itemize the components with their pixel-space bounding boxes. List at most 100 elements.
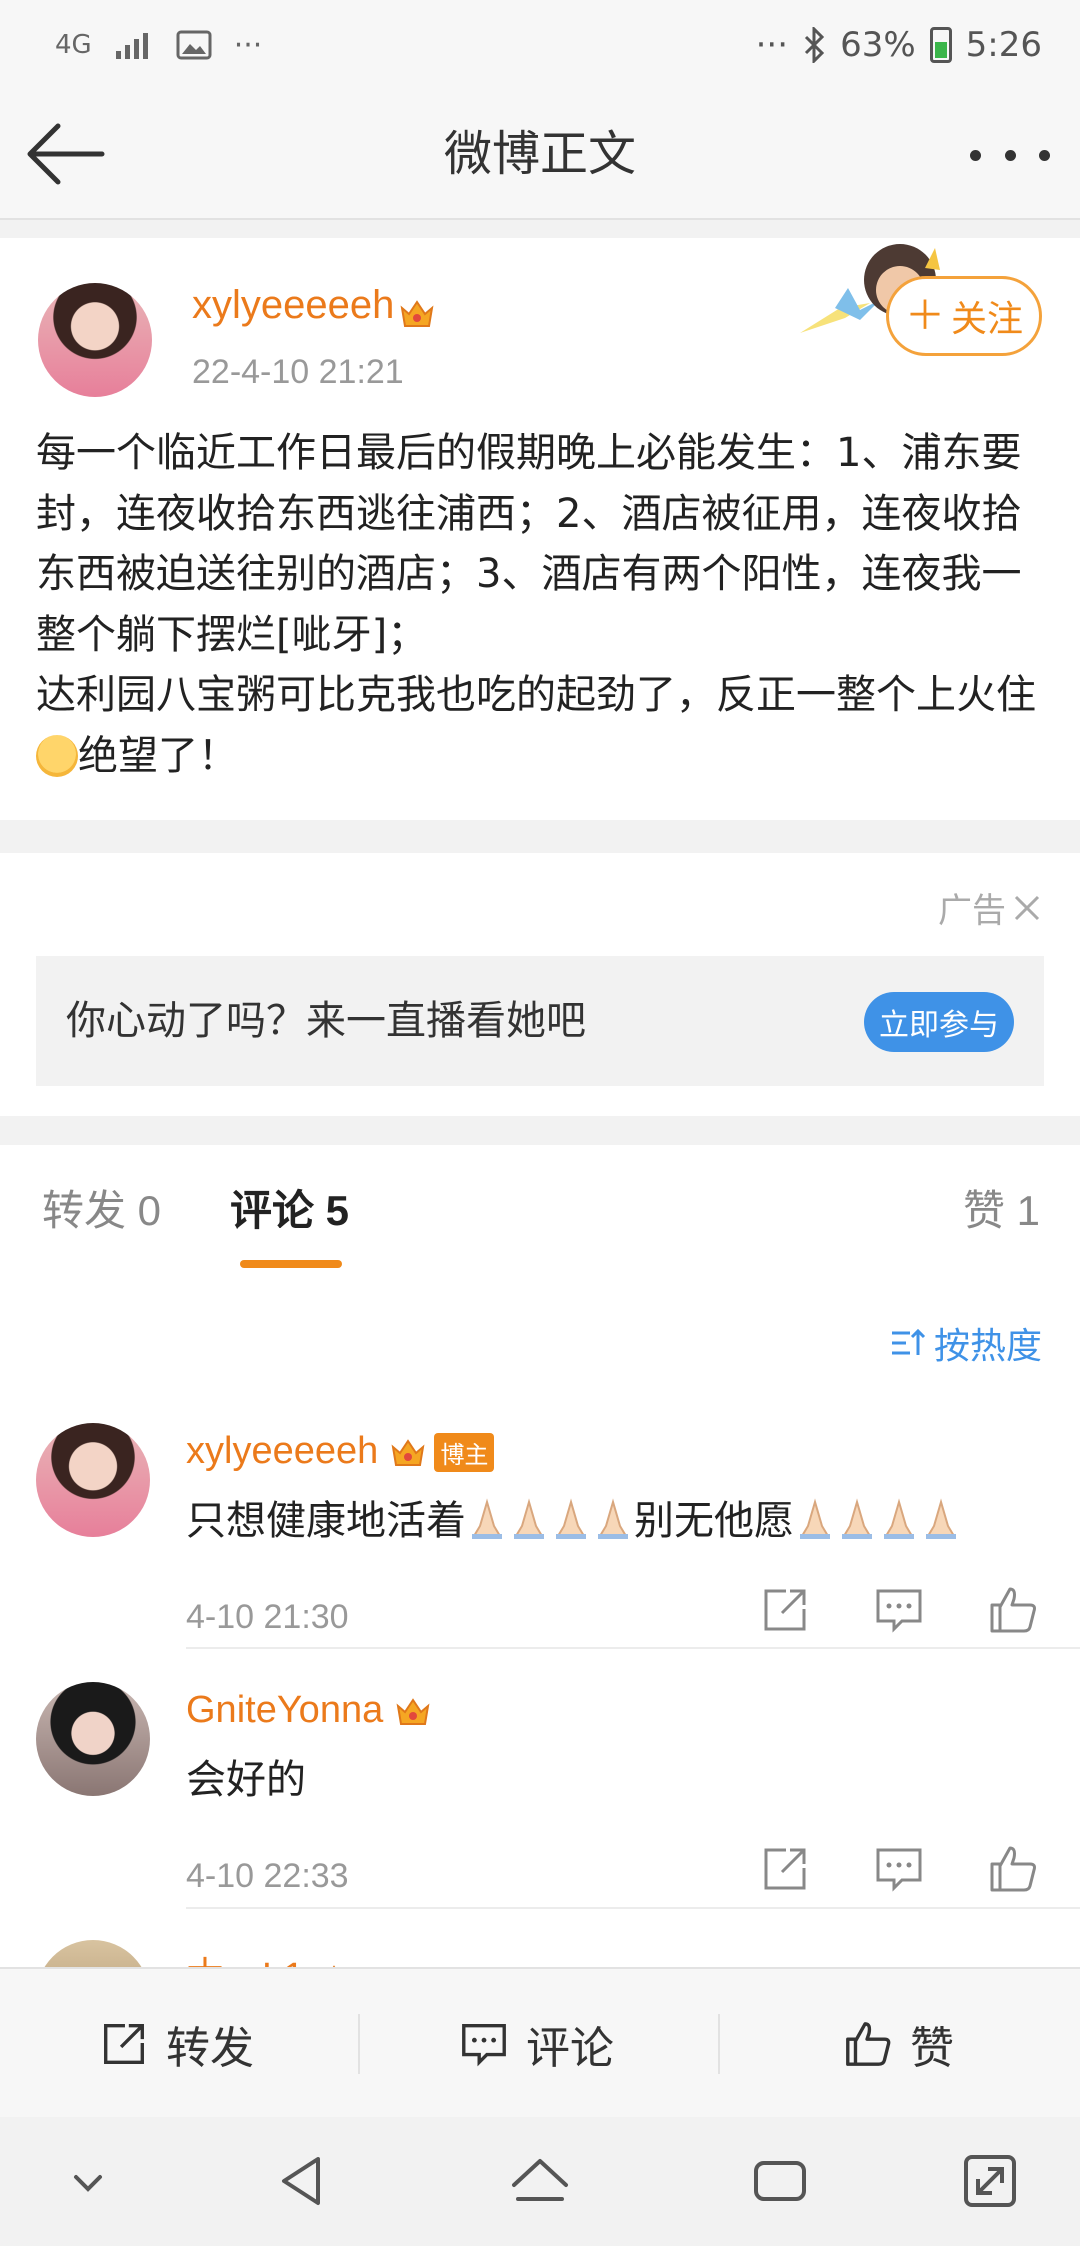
repost-button[interactable]: 转发 [98,1969,254,2119]
dot-icon [1039,149,1050,161]
comment-time: 4-10 22:33 [186,1857,349,1895]
network-label: 4G [55,30,92,60]
comment-actions [758,1583,1040,1637]
comment-actions [758,1842,1040,1896]
comment-text: 只想健康地活着 别无他愿 [186,1488,962,1546]
image-icon [176,30,212,60]
vip-crown-icon [401,299,434,327]
expand-icon[interactable] [958,2149,1022,2213]
post-card: xylyeeeeeh 22-4-10 21:21 ＋ 关注 每一个临近工作日最后… [0,238,1080,820]
battery-percent: 63% [840,25,916,65]
system-nav-bar [0,2117,1080,2246]
commenter-name-row: GniteYonna [186,1687,431,1732]
post-timestamp: 22-4-10 21:21 [192,353,404,391]
dot-icon [970,149,981,161]
pray-emoji-icon [598,1498,628,1539]
ad-label-row: 广告 [938,883,1042,932]
ad-text: 你心动了吗？来一直播看她吧 [66,998,586,1044]
commenter-username[interactable]: xylyeeeeeh [186,1430,378,1472]
repost-label: 转发 [166,2023,254,2074]
comment-item: xylyeeeeeh 博主 只想健康地活着 别无他愿 4-10 21:30 [0,1423,1080,1683]
tab-likes[interactable]: 赞 1 [963,1145,1040,1277]
ad-label: 广告 [938,891,1006,931]
comment-icon[interactable] [872,1583,926,1637]
post-text-3: 绝望了！ [78,732,238,779]
comment-icon[interactable] [872,1842,926,1896]
sort-label: 按热度 [933,1326,1042,1367]
nav-recents-icon[interactable] [748,2149,812,2213]
comment-text: 会好的 [186,1757,306,1803]
tab-comments[interactable]: 评论 5 [230,1145,349,1277]
back-button[interactable] [22,118,112,190]
commenter-avatar[interactable] [36,1682,150,1796]
author-avatar[interactable] [38,283,152,397]
share-icon[interactable] [758,1583,812,1637]
chevron-down-icon[interactable] [56,2149,120,2213]
smile-emoji-icon [36,734,78,777]
post-text-1: 每一个临近工作日最后的假期晚上必能发生：1、浦东要封，连夜收拾东西逃往浦西；2、… [36,430,1022,658]
comment-label: 评论 [526,2023,614,2074]
author-name-row: xylyeeeeeh [192,283,435,330]
vip-crown-icon [391,1438,425,1466]
close-icon[interactable] [1012,893,1042,923]
pray-emoji-icon [514,1498,544,1539]
page-title: 微博正文 [443,126,636,182]
status-dots-right: ··· [755,25,789,65]
dot-icon [1004,149,1016,161]
comment-text-a: 只想健康地活着 [186,1498,466,1544]
comment-time: 4-10 21:30 [186,1598,349,1636]
comment-button[interactable]: 评论 [458,1969,614,2119]
header-bar: 微博正文 [0,90,1080,220]
vip-crown-icon [396,1697,430,1725]
comment-item: 木一L1 [0,1940,1080,1970]
post-action-bar: 转发 评论 赞 [0,1967,1080,2119]
pray-emoji-icon [842,1498,872,1539]
nav-home-icon[interactable] [508,2149,572,2213]
more-options-button[interactable] [970,130,1050,180]
author-username[interactable]: xylyeeeeeh [192,283,394,327]
post-body: 每一个临近工作日最后的假期晚上必能发生：1、浦东要封，连夜收拾东西逃往浦西；2、… [36,423,1046,786]
clock: 5:26 [965,25,1042,65]
battery-icon [929,27,952,63]
pray-emoji-icon [556,1498,586,1539]
comment-divider [186,1647,1080,1649]
comments-list: 按热度 xylyeeeeeh 博主 只想健康地活着 别无他愿 4-10 21:30… [0,1277,1080,1970]
status-right: ··· 63% 5:26 [756,20,1042,70]
share-icon[interactable] [758,1842,812,1896]
tab-repost[interactable]: 转发 0 [42,1145,161,1277]
nav-back-icon[interactable] [270,2149,334,2213]
bluetooth-icon [805,27,825,63]
pray-emoji-icon [472,1498,502,1539]
separator [718,2014,720,2074]
ad-card: 广告 你心动了吗？来一直播看她吧 立即参与 [0,853,1080,1116]
comment-icon [462,2024,506,2067]
plus-icon: ＋ [904,293,945,339]
tab-active-indicator [240,1260,342,1268]
thumbs-up-icon[interactable] [986,1842,1040,1896]
status-dots-left: ··· [233,27,263,63]
pray-emoji-icon [884,1498,914,1539]
arrow-left-icon [27,123,105,185]
pray-emoji-icon [800,1498,830,1539]
comment-item: GniteYonna 会好的 4-10 22:33 [0,1682,1080,1942]
post-text-2: 达利园八宝粥可比克我也吃的起劲了，反正一整个上火住 [36,672,1036,718]
separator [358,2014,360,2074]
tab-bar: 转发 0 评论 5 赞 1 [0,1145,1080,1279]
status-bar: 4G ··· ··· 63% 5:26 [0,0,1080,90]
thumbs-up-icon [846,2022,891,2066]
commenter-name-row: xylyeeeeeh 博主 [186,1428,495,1473]
commenter-avatar[interactable] [36,1940,150,1970]
follow-button[interactable]: ＋ 关注 [886,276,1042,356]
thumbs-up-icon[interactable] [986,1583,1040,1637]
follow-label: 关注 [950,299,1023,340]
like-button[interactable]: 赞 [842,1969,954,2119]
share-icon [104,2024,144,2064]
pray-emoji-icon [926,1498,956,1539]
ad-banner[interactable]: 你心动了吗？来一直播看她吧 立即参与 [36,956,1044,1086]
sort-button[interactable]: 按热度 [890,1317,1042,1369]
signal-icon [115,33,148,59]
commenter-username[interactable]: GniteYonna [186,1689,383,1731]
status-left: 4G ··· [55,20,262,70]
commenter-avatar[interactable] [36,1423,150,1537]
ad-join-button[interactable]: 立即参与 [864,992,1014,1052]
